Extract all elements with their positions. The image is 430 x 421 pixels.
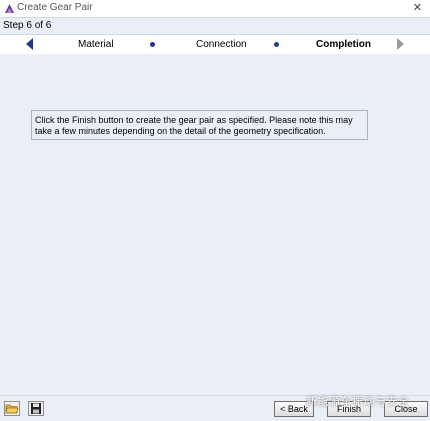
close-window-icon[interactable]: ✕ [413,1,422,14]
open-folder-icon [5,404,19,414]
open-button[interactable] [4,401,20,416]
save-disk-icon [31,403,41,414]
save-button[interactable] [28,401,44,416]
window-title: Create Gear Pair [17,2,93,13]
arrow-right-icon[interactable] [397,38,404,50]
step-dot [274,42,279,47]
close-button[interactable]: Close [384,401,428,417]
wizard-nav: Material Connection Completion [0,34,430,55]
app-logo-icon [5,4,14,13]
tab-completion[interactable]: Completion [316,39,371,50]
finish-button[interactable]: Finish [327,401,371,417]
back-button[interactable]: < Back [274,401,314,417]
arrow-left-icon[interactable] [26,38,33,50]
title-bar: Create Gear Pair ✕ [0,0,430,18]
tab-connection[interactable]: Connection [196,39,247,50]
completion-message: Click the Finish button to create the ge… [31,110,368,140]
content-panel: Click the Finish button to create the ge… [0,54,430,395]
step-bar: Step 6 of 6 [0,18,430,34]
bottom-bar: < Back Finish Close [0,395,430,421]
step-dot [150,42,155,47]
step-indicator: Step 6 of 6 [3,20,52,31]
tab-material[interactable]: Material [78,39,114,50]
